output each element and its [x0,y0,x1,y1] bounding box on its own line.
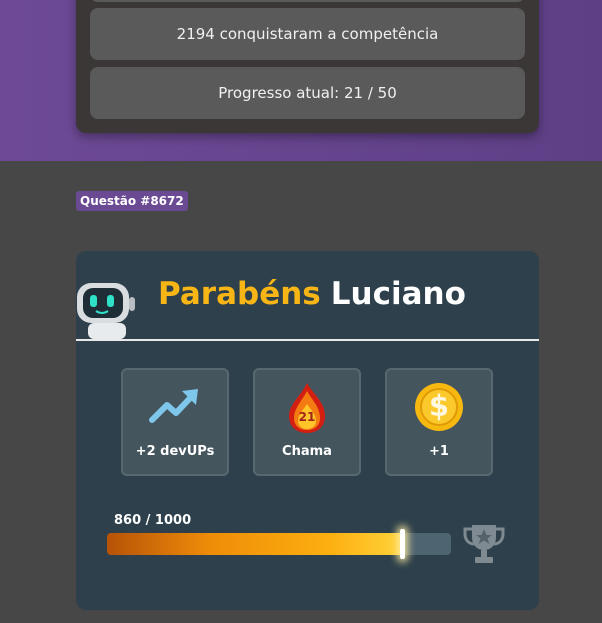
robot-mascot-icon [77,283,135,339]
xp-progress-text: 860 / 1000 [114,513,192,528]
reward-flame: 21 Chama [253,368,361,476]
divider [76,339,539,341]
xp-progress-bar [107,529,451,559]
xp-progress-marker [399,529,405,559]
stat-row-partial [90,0,525,2]
reward-coin: $ +1 [385,368,493,476]
coin-symbol: $ [428,389,450,423]
trophy-icon [463,525,505,563]
achievers-count: 2194 conquistaram a competência [90,8,525,60]
flame-icon [289,383,325,433]
reward-coin-label: +1 [429,444,449,459]
xp-progress-fill [107,533,403,555]
reward-card: Parabéns Luciano +2 devUPs 21 Chama $ +1… [76,251,539,610]
reward-devups-label: +2 devUPs [135,444,215,459]
congrats-heading: Parabéns Luciano [158,273,466,315]
congrats-word: Parabéns [158,276,321,312]
reward-devups: +2 devUPs [121,368,229,476]
reward-flame-label: Chama [282,444,332,459]
competency-card: 2194 conquistaram a competência Progress… [76,0,539,133]
flame-count: 21 [298,410,316,424]
current-progress: Progresso atual: 21 / 50 [90,67,525,119]
question-badge[interactable]: Questão #8672 [76,191,188,211]
trending-up-icon [149,389,198,423]
user-name: Luciano [330,276,466,312]
